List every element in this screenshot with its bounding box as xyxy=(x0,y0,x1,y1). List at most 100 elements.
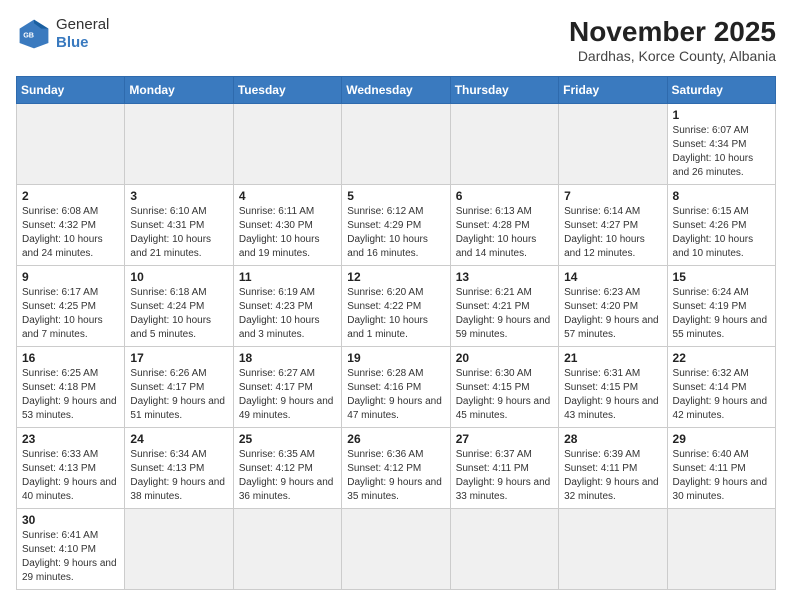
calendar-day-cell: 7 Sunrise: 6:14 AM Sunset: 4:27 PM Daylig… xyxy=(559,185,667,266)
calendar-week-row: 2Sunrise: 6:08 AM Sunset: 4:32 PM Daylig… xyxy=(17,185,776,266)
day-number: 11 xyxy=(239,270,336,284)
calendar-day-cell: 20 Sunrise: 6:30 AM Sunset: 4:15 PM Dayli… xyxy=(450,347,558,428)
logo-text: General Blue xyxy=(56,16,109,52)
day-info: Sunrise: 6:14 AM Sunset: 4:27 PM Dayligh… xyxy=(564,205,661,261)
day-info: Sunrise: 6:23 AM Sunset: 4:20 PM Dayligh… xyxy=(564,286,661,342)
svg-text:GB: GB xyxy=(23,31,34,40)
day-info: Sunrise: 6:31 AM Sunset: 4:15 PM Dayligh… xyxy=(564,367,661,423)
day-info: Sunrise: 6:30 AM Sunset: 4:15 PM Dayligh… xyxy=(456,367,553,423)
calendar-day-cell: 13 Sunrise: 6:21 AM Sunset: 4:21 PM Dayli… xyxy=(450,266,558,347)
calendar-day-header: Friday xyxy=(559,77,667,104)
calendar-day-cell: 16 Sunrise: 6:25 AM Sunset: 4:18 PM Dayli… xyxy=(17,347,125,428)
calendar-header-row: SundayMondayTuesdayWednesdayThursdayFrid… xyxy=(17,77,776,104)
location-subtitle: Dardhas, Korce County, Albania xyxy=(569,48,776,64)
calendar-day-cell: 28Sunrise: 6:39 AM Sunset: 4:11 PM Dayli… xyxy=(559,428,667,509)
day-number: 27 xyxy=(456,432,553,446)
day-info: Sunrise: 6:34 AM Sunset: 4:13 PM Dayligh… xyxy=(130,448,227,504)
day-info: Sunrise: 6:41 AM Sunset: 4:10 PM Dayligh… xyxy=(22,529,119,585)
calendar-day-cell: 19 Sunrise: 6:28 AM Sunset: 4:16 PM Dayli… xyxy=(342,347,450,428)
day-number: 23 xyxy=(22,432,119,446)
calendar-day-cell xyxy=(559,104,667,185)
calendar-day-cell: 1 Sunrise: 6:07 AM Sunset: 4:34 PM Daylig… xyxy=(667,104,775,185)
day-number: 22 xyxy=(673,351,770,365)
title-block: November 2025 Dardhas, Korce County, Alb… xyxy=(569,16,776,64)
calendar-day-header: Thursday xyxy=(450,77,558,104)
day-number: 12 xyxy=(347,270,444,284)
day-number: 17 xyxy=(130,351,227,365)
day-number: 1 xyxy=(673,108,770,122)
day-number: 15 xyxy=(673,270,770,284)
day-info: Sunrise: 6:17 AM Sunset: 4:25 PM Dayligh… xyxy=(22,286,119,342)
calendar-day-cell: 18 Sunrise: 6:27 AM Sunset: 4:17 PM Dayli… xyxy=(233,347,341,428)
day-info: Sunrise: 6:33 AM Sunset: 4:13 PM Dayligh… xyxy=(22,448,119,504)
day-info: Sunrise: 6:37 AM Sunset: 4:11 PM Dayligh… xyxy=(456,448,553,504)
day-number: 6 xyxy=(456,189,553,203)
calendar-day-cell: 17 Sunrise: 6:26 AM Sunset: 4:17 PM Dayli… xyxy=(125,347,233,428)
day-info: Sunrise: 6:20 AM Sunset: 4:22 PM Dayligh… xyxy=(347,286,444,342)
calendar-day-cell: 6Sunrise: 6:13 AM Sunset: 4:28 PM Daylig… xyxy=(450,185,558,266)
day-info: Sunrise: 6:36 AM Sunset: 4:12 PM Dayligh… xyxy=(347,448,444,504)
day-number: 4 xyxy=(239,189,336,203)
day-info: Sunrise: 6:25 AM Sunset: 4:18 PM Dayligh… xyxy=(22,367,119,423)
day-number: 25 xyxy=(239,432,336,446)
page-header: GB General Blue November 2025 Dardhas, K… xyxy=(16,16,776,64)
calendar-day-cell xyxy=(667,509,775,590)
day-info: Sunrise: 6:27 AM Sunset: 4:17 PM Dayligh… xyxy=(239,367,336,423)
day-info: Sunrise: 6:32 AM Sunset: 4:14 PM Dayligh… xyxy=(673,367,770,423)
day-info: Sunrise: 6:28 AM Sunset: 4:16 PM Dayligh… xyxy=(347,367,444,423)
day-number: 5 xyxy=(347,189,444,203)
day-info: Sunrise: 6:21 AM Sunset: 4:21 PM Dayligh… xyxy=(456,286,553,342)
logo: GB General Blue xyxy=(16,16,109,52)
day-number: 14 xyxy=(564,270,661,284)
day-number: 3 xyxy=(130,189,227,203)
calendar-day-cell xyxy=(342,104,450,185)
day-number: 24 xyxy=(130,432,227,446)
day-info: Sunrise: 6:08 AM Sunset: 4:32 PM Dayligh… xyxy=(22,205,119,261)
calendar-day-cell xyxy=(559,509,667,590)
calendar-day-header: Sunday xyxy=(17,77,125,104)
calendar-day-cell: 2Sunrise: 6:08 AM Sunset: 4:32 PM Daylig… xyxy=(17,185,125,266)
day-number: 13 xyxy=(456,270,553,284)
calendar-day-cell: 8Sunrise: 6:15 AM Sunset: 4:26 PM Daylig… xyxy=(667,185,775,266)
calendar-day-cell: 22 Sunrise: 6:32 AM Sunset: 4:14 PM Dayli… xyxy=(667,347,775,428)
calendar-day-cell: 26 Sunrise: 6:36 AM Sunset: 4:12 PM Dayli… xyxy=(342,428,450,509)
calendar-day-cell xyxy=(125,509,233,590)
day-number: 19 xyxy=(347,351,444,365)
calendar-day-cell: 5Sunrise: 6:12 AM Sunset: 4:29 PM Daylig… xyxy=(342,185,450,266)
day-number: 8 xyxy=(673,189,770,203)
calendar-day-cell: 14 Sunrise: 6:23 AM Sunset: 4:20 PM Dayli… xyxy=(559,266,667,347)
day-number: 18 xyxy=(239,351,336,365)
calendar-week-row: 1 Sunrise: 6:07 AM Sunset: 4:34 PM Daylig… xyxy=(17,104,776,185)
day-number: 28 xyxy=(564,432,661,446)
day-info: Sunrise: 6:35 AM Sunset: 4:12 PM Dayligh… xyxy=(239,448,336,504)
calendar-day-cell: 10Sunrise: 6:18 AM Sunset: 4:24 PM Dayli… xyxy=(125,266,233,347)
calendar-day-cell: 25 Sunrise: 6:35 AM Sunset: 4:12 PM Dayli… xyxy=(233,428,341,509)
calendar-week-row: 16 Sunrise: 6:25 AM Sunset: 4:18 PM Dayli… xyxy=(17,347,776,428)
calendar-day-cell: 11 Sunrise: 6:19 AM Sunset: 4:23 PM Dayli… xyxy=(233,266,341,347)
calendar-day-cell xyxy=(125,104,233,185)
calendar-day-cell xyxy=(233,104,341,185)
generalblue-logo-icon: GB xyxy=(16,16,52,52)
calendar-week-row: 30 Sunrise: 6:41 AM Sunset: 4:10 PM Dayli… xyxy=(17,509,776,590)
day-number: 21 xyxy=(564,351,661,365)
month-year-title: November 2025 xyxy=(569,16,776,48)
day-info: Sunrise: 6:19 AM Sunset: 4:23 PM Dayligh… xyxy=(239,286,336,342)
calendar-day-cell: 15 Sunrise: 6:24 AM Sunset: 4:19 PM Dayli… xyxy=(667,266,775,347)
day-number: 30 xyxy=(22,513,119,527)
day-info: Sunrise: 6:07 AM Sunset: 4:34 PM Dayligh… xyxy=(673,124,770,180)
calendar-day-cell: 30 Sunrise: 6:41 AM Sunset: 4:10 PM Dayli… xyxy=(17,509,125,590)
day-info: Sunrise: 6:24 AM Sunset: 4:19 PM Dayligh… xyxy=(673,286,770,342)
calendar-day-cell: 24 Sunrise: 6:34 AM Sunset: 4:13 PM Dayli… xyxy=(125,428,233,509)
day-number: 16 xyxy=(22,351,119,365)
day-info: Sunrise: 6:10 AM Sunset: 4:31 PM Dayligh… xyxy=(130,205,227,261)
calendar-day-header: Tuesday xyxy=(233,77,341,104)
calendar-day-header: Saturday xyxy=(667,77,775,104)
calendar-day-cell: 21 Sunrise: 6:31 AM Sunset: 4:15 PM Dayli… xyxy=(559,347,667,428)
calendar-day-header: Monday xyxy=(125,77,233,104)
day-number: 7 xyxy=(564,189,661,203)
day-number: 10 xyxy=(130,270,227,284)
day-info: Sunrise: 6:26 AM Sunset: 4:17 PM Dayligh… xyxy=(130,367,227,423)
day-number: 9 xyxy=(22,270,119,284)
day-number: 26 xyxy=(347,432,444,446)
day-number: 20 xyxy=(456,351,553,365)
